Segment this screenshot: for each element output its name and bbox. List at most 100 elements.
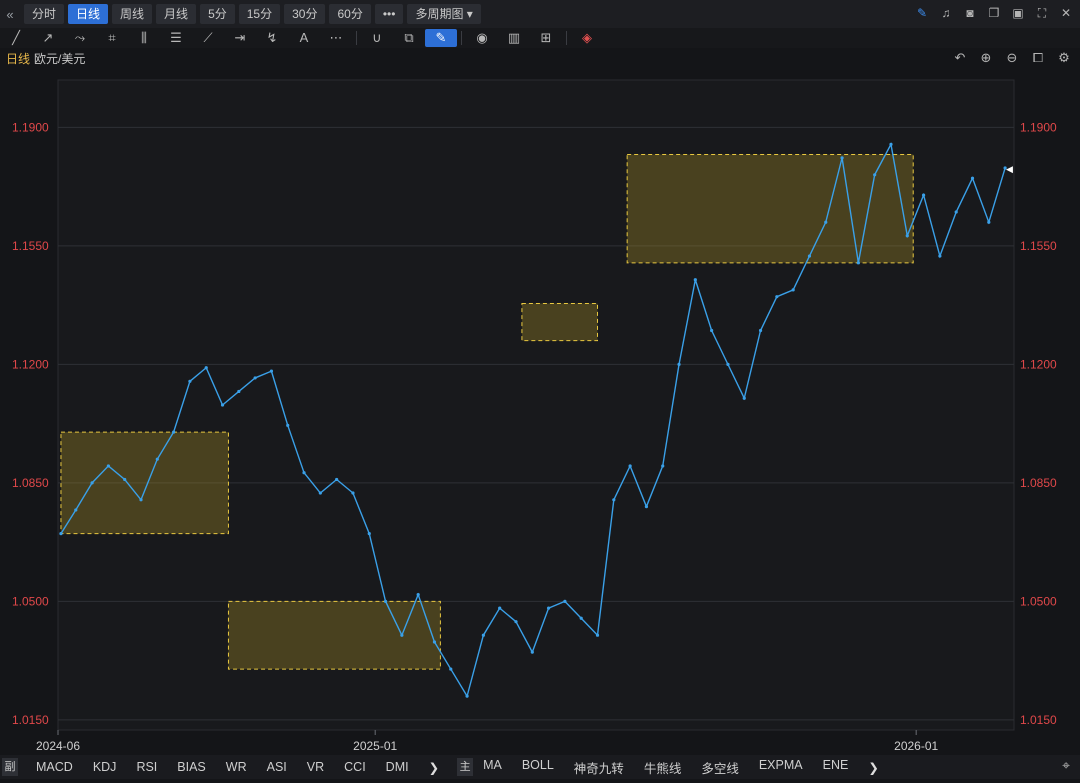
price-point (302, 471, 306, 475)
y-tick-label-left: 1.0850 (12, 476, 49, 490)
price-point (954, 210, 958, 214)
price-point (791, 288, 795, 292)
price-point (938, 254, 942, 258)
indicator-kdj[interactable]: KDJ (83, 760, 127, 774)
main-indicator-list: MA BOLL 神奇九转 牛熊线 多空线 EXPMA ENE (473, 758, 858, 777)
price-point (90, 481, 94, 485)
y-tick-label-right: 1.1550 (1020, 239, 1057, 253)
indicator-asi[interactable]: ASI (257, 760, 297, 774)
annotation-box (626, 153, 914, 264)
price-point (693, 278, 697, 282)
indicator-expma[interactable]: EXPMA (749, 758, 813, 777)
price-point (367, 532, 371, 536)
price-point (188, 379, 192, 383)
price-point (661, 464, 665, 468)
price-point (758, 328, 763, 333)
indicator-rsi[interactable]: RSI (126, 760, 167, 774)
price-chart[interactable]: 1.1900 1.1900 1.1550 1.1550 1.1200 1.1200 1.08… (0, 0, 1080, 755)
x-tick-label: 2024-06 (36, 739, 80, 753)
x-tick-label: 2025-01 (353, 739, 397, 753)
indicator-ma[interactable]: MA (473, 758, 512, 777)
indicator-ene[interactable]: ENE (813, 758, 859, 777)
price-point (172, 430, 176, 434)
y-tick-label-left: 1.0500 (12, 594, 49, 608)
sub-indicator-tag: 副 (2, 758, 18, 776)
price-point (677, 362, 681, 366)
price-point (644, 504, 649, 509)
price-point (530, 650, 534, 654)
price-point (856, 261, 860, 265)
indicator-牛熊线[interactable]: 牛熊线 (634, 758, 692, 777)
price-point (400, 633, 404, 637)
price-point (318, 491, 322, 495)
price-point (905, 234, 909, 238)
indicator-多空线[interactable]: 多空线 (691, 758, 749, 777)
price-point (840, 156, 844, 160)
price-point (873, 173, 877, 177)
y-tick-label-right: 1.0850 (1020, 476, 1057, 490)
y-tick-label-left: 1.1550 (12, 239, 49, 253)
price-point (286, 423, 290, 427)
annotation-box (60, 431, 229, 535)
price-point (921, 193, 926, 197)
sub-indicator-list: MACD KDJ RSI BIAS WR ASI VR CCI DMI (26, 760, 419, 774)
price-point (775, 295, 779, 299)
y-tick-label-right: 1.1900 (1020, 120, 1057, 134)
price-point (987, 220, 991, 224)
price-point (351, 491, 355, 495)
price-point (465, 694, 469, 698)
y-tick-label-right: 1.1200 (1020, 357, 1057, 371)
price-point (807, 254, 812, 258)
price-point (628, 464, 632, 468)
y-tick-label-right: 1.0500 (1020, 594, 1057, 608)
price-point (579, 616, 583, 620)
price-point (889, 142, 893, 146)
main-more-button[interactable]: ❯ (858, 760, 888, 775)
price-point (742, 396, 746, 400)
price-point (449, 667, 453, 671)
price-point (595, 633, 600, 637)
indicator-macd[interactable]: MACD (26, 760, 83, 774)
price-point (139, 498, 143, 502)
indicator-bar: 副 MACD KDJ RSI BIAS WR ASI VR CCI DMI ❯ 主 MA BOLL… (0, 755, 1080, 779)
price-point (824, 220, 828, 224)
x-tick-label: 2026-01 (894, 739, 938, 753)
main-indicator-tag: 主 (457, 758, 474, 776)
price-point (237, 389, 241, 394)
indicator-bias[interactable]: BIAS (167, 760, 216, 774)
price-point (612, 498, 616, 502)
price-point (106, 464, 110, 468)
price-point (220, 403, 225, 407)
price-point (59, 532, 63, 536)
price-point (563, 599, 567, 603)
price-point (383, 599, 388, 603)
price-point (123, 477, 127, 482)
price-point (253, 376, 257, 380)
price-point (155, 457, 159, 461)
y-tick-label-left: 1.1200 (12, 357, 49, 371)
indicator-cci[interactable]: CCI (334, 760, 376, 774)
indicator-vr[interactable]: VR (297, 760, 334, 774)
price-point (416, 592, 420, 597)
price-point (481, 633, 485, 637)
price-point (546, 606, 551, 610)
price-point (335, 477, 339, 482)
indicator-dmi[interactable]: DMI (376, 760, 419, 774)
price-point (514, 620, 518, 624)
price-point (498, 606, 502, 610)
price-point (970, 176, 975, 180)
price-point (269, 369, 274, 373)
price-point (74, 508, 78, 512)
map-pin-icon[interactable]: ⌖ (1062, 757, 1070, 774)
last-price-marker: ◀ (1006, 165, 1013, 175)
annotation-box (227, 600, 441, 670)
sub-more-button[interactable]: ❯ (419, 760, 449, 775)
indicator-wr[interactable]: WR (216, 760, 257, 774)
y-tick-label-left: 1.1900 (12, 120, 49, 134)
price-point (432, 640, 437, 644)
y-tick-label-right: 1.0150 (1020, 713, 1057, 727)
indicator-神奇九转[interactable]: 神奇九转 (564, 758, 634, 777)
indicator-boll[interactable]: BOLL (512, 758, 564, 777)
price-point (726, 362, 730, 366)
y-tick-label-left: 1.0150 (12, 713, 49, 727)
